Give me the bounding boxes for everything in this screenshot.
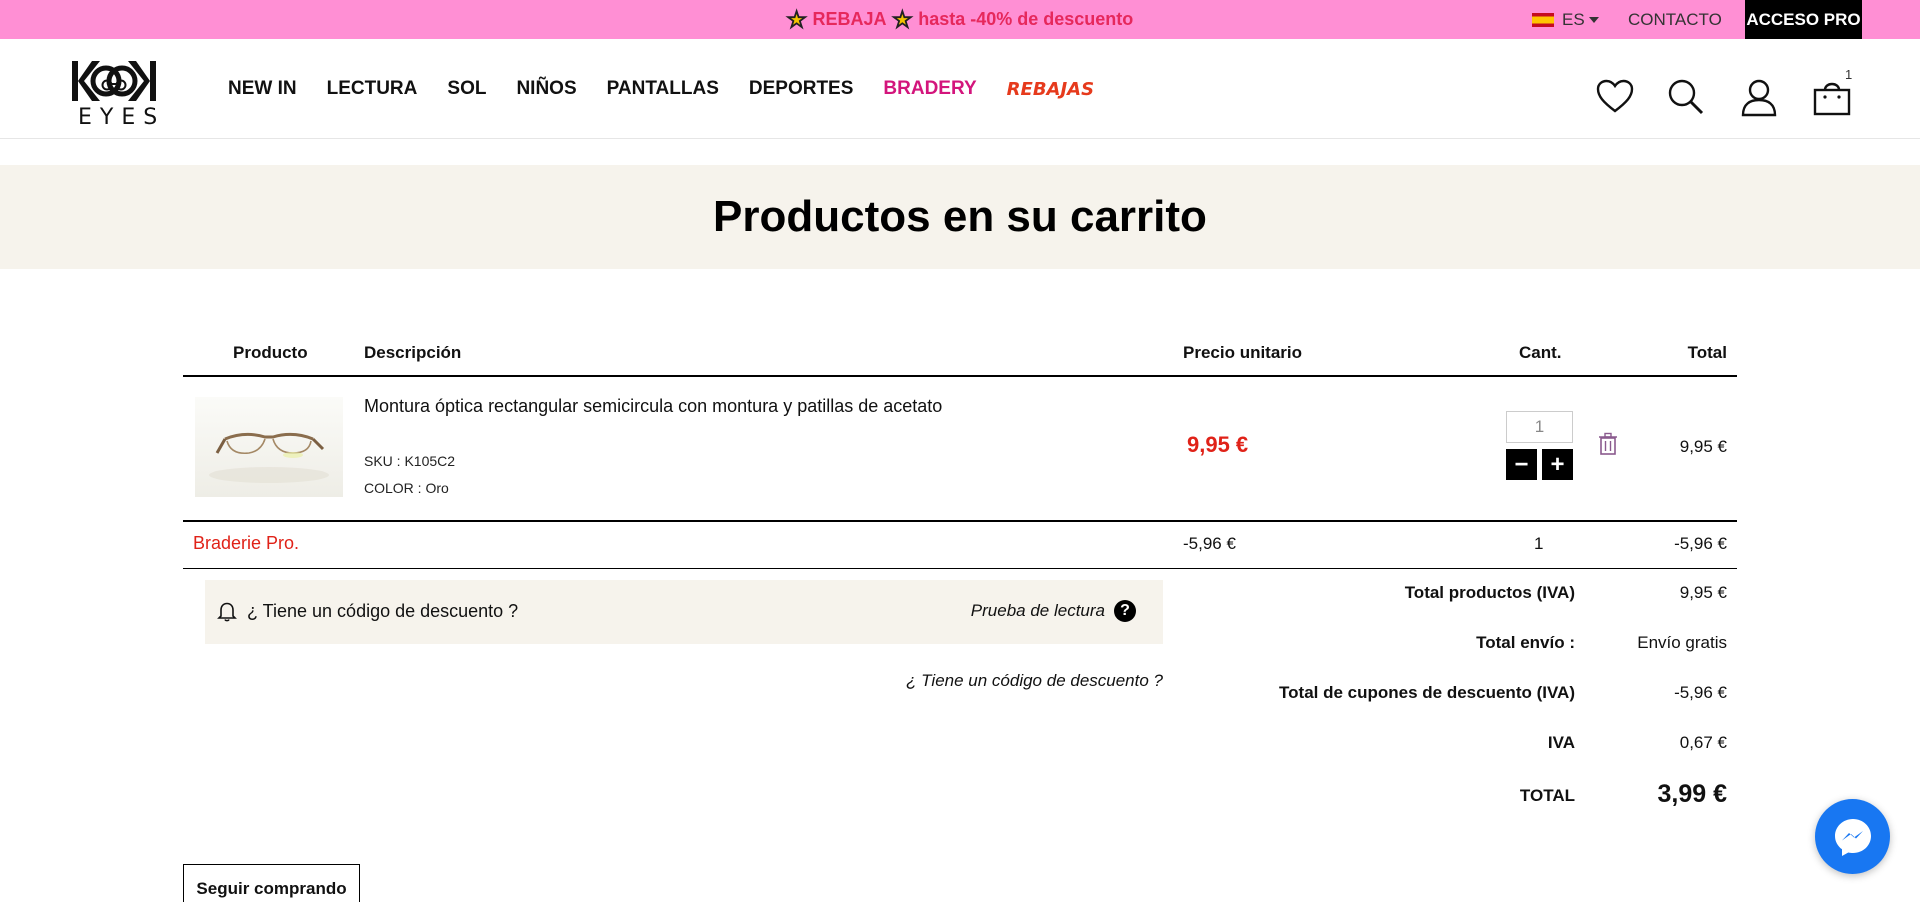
quantity-input[interactable] [1506,411,1573,443]
coupon-code-link[interactable]: ¿ Tiene un código de descuento ? [906,671,1163,691]
coupon-question[interactable]: ¿ Tiene un código de descuento ? [247,601,518,622]
user-icon[interactable] [1739,77,1779,117]
increase-quantity-button[interactable]: + [1542,449,1573,480]
col-header-product: Producto [233,343,308,362]
promo-bar: ★ REBAJA ★ hasta -40% de descuento ES CO… [0,0,1920,39]
main-nav: NEW IN LECTURA SOL NIÑOS PANTALLAS DEPOR… [228,39,1124,139]
page-title-banner: Productos en su carrito [0,165,1920,269]
vat-label: IVA [1547,733,1575,752]
search-icon[interactable] [1666,77,1706,117]
discount-qty: 1 [1534,534,1544,553]
vat-value: 0,67 € [1679,733,1727,752]
messenger-chat-button[interactable] [1815,799,1890,874]
promo-tag: REBAJA [812,9,887,29]
glasses-image [209,432,329,483]
trash-icon[interactable] [1598,432,1618,456]
grand-total-value: 3,99 € [1657,780,1727,808]
product-sku: SKU : K105C2 [364,453,456,469]
table-header-divider [183,375,1737,377]
page-title: Productos en su carrito [713,192,1207,241]
product-description-link[interactable]: Montura óptica rectangular semicircula c… [364,396,942,417]
grand-total-label: TOTAL [1519,786,1575,805]
continue-shopping-button[interactable]: Seguir comprando [183,864,360,902]
coupons-total-label: Total de cupones de descuento (IVA) [1279,683,1575,702]
nav-item-new-in[interactable]: NEW IN [228,78,297,100]
discount-unit-price: -5,96 € [1183,534,1236,553]
pro-access-button[interactable]: ACCESO PRO [1745,0,1862,39]
discount-label: Braderie Pro. [193,533,300,553]
nav-item-lectura[interactable]: LECTURA [327,78,418,100]
nav-item-ninos[interactable]: NIÑOS [516,78,576,100]
logo-text: EYES [78,105,166,130]
language-selector[interactable]: ES [1532,0,1599,39]
shipping-label: Total envío : [1476,633,1575,652]
total-products-value: 9,95 € [1679,583,1727,602]
contact-link[interactable]: CONTACTO [1628,0,1722,39]
logo[interactable]: EYES [70,59,166,130]
product-row-total: 9,95 € [1679,437,1727,456]
product-color: COLOR : Oro [364,480,449,496]
discount-total: -5,96 € [1674,534,1727,553]
star-icon: ★ [892,6,913,32]
heart-icon[interactable] [1595,77,1635,117]
star-icon: ★ [786,6,807,32]
total-products-label: Total productos (IVA) [1404,583,1575,602]
col-header-description: Descripción [364,343,462,362]
help-icon[interactable]: ? [1114,600,1136,622]
language-label: ES [1562,9,1585,29]
shipping-value: Envío gratis [1637,633,1727,652]
col-header-total: Total [1687,343,1727,362]
table-row-divider [183,520,1737,522]
bell-icon [217,602,237,622]
col-header-qty: Cant. [1519,343,1562,362]
site-header: EYES NEW IN LECTURA SOL NIÑOS PANTALLAS … [0,39,1920,139]
coupons-total-value: -5,96 € [1674,683,1727,702]
spain-flag-icon [1532,12,1554,27]
discount-row-divider [183,568,1737,569]
nav-item-rebajas[interactable]: REBAJAS [1007,79,1094,100]
nav-item-bradery[interactable]: BRADERY [883,78,976,100]
caret-down-icon [1588,16,1599,23]
nav-item-deportes[interactable]: DEPORTES [749,78,854,100]
reading-test-link[interactable]: Prueba de lectura [971,601,1105,621]
product-thumbnail[interactable] [195,397,343,497]
product-unit-price: 9,95 € [1187,432,1249,457]
decrease-quantity-button[interactable]: − [1506,449,1537,480]
col-header-unit-price: Precio unitario [1183,343,1303,362]
promo-text: hasta -40% de descuento [918,9,1134,29]
nav-item-pantallas[interactable]: PANTALLAS [607,78,719,100]
shopping-bag-icon[interactable] [1812,77,1852,117]
cart-count-badge: 1 [1845,67,1853,82]
messenger-icon [1834,818,1871,856]
nav-item-sol[interactable]: SOL [447,78,486,100]
